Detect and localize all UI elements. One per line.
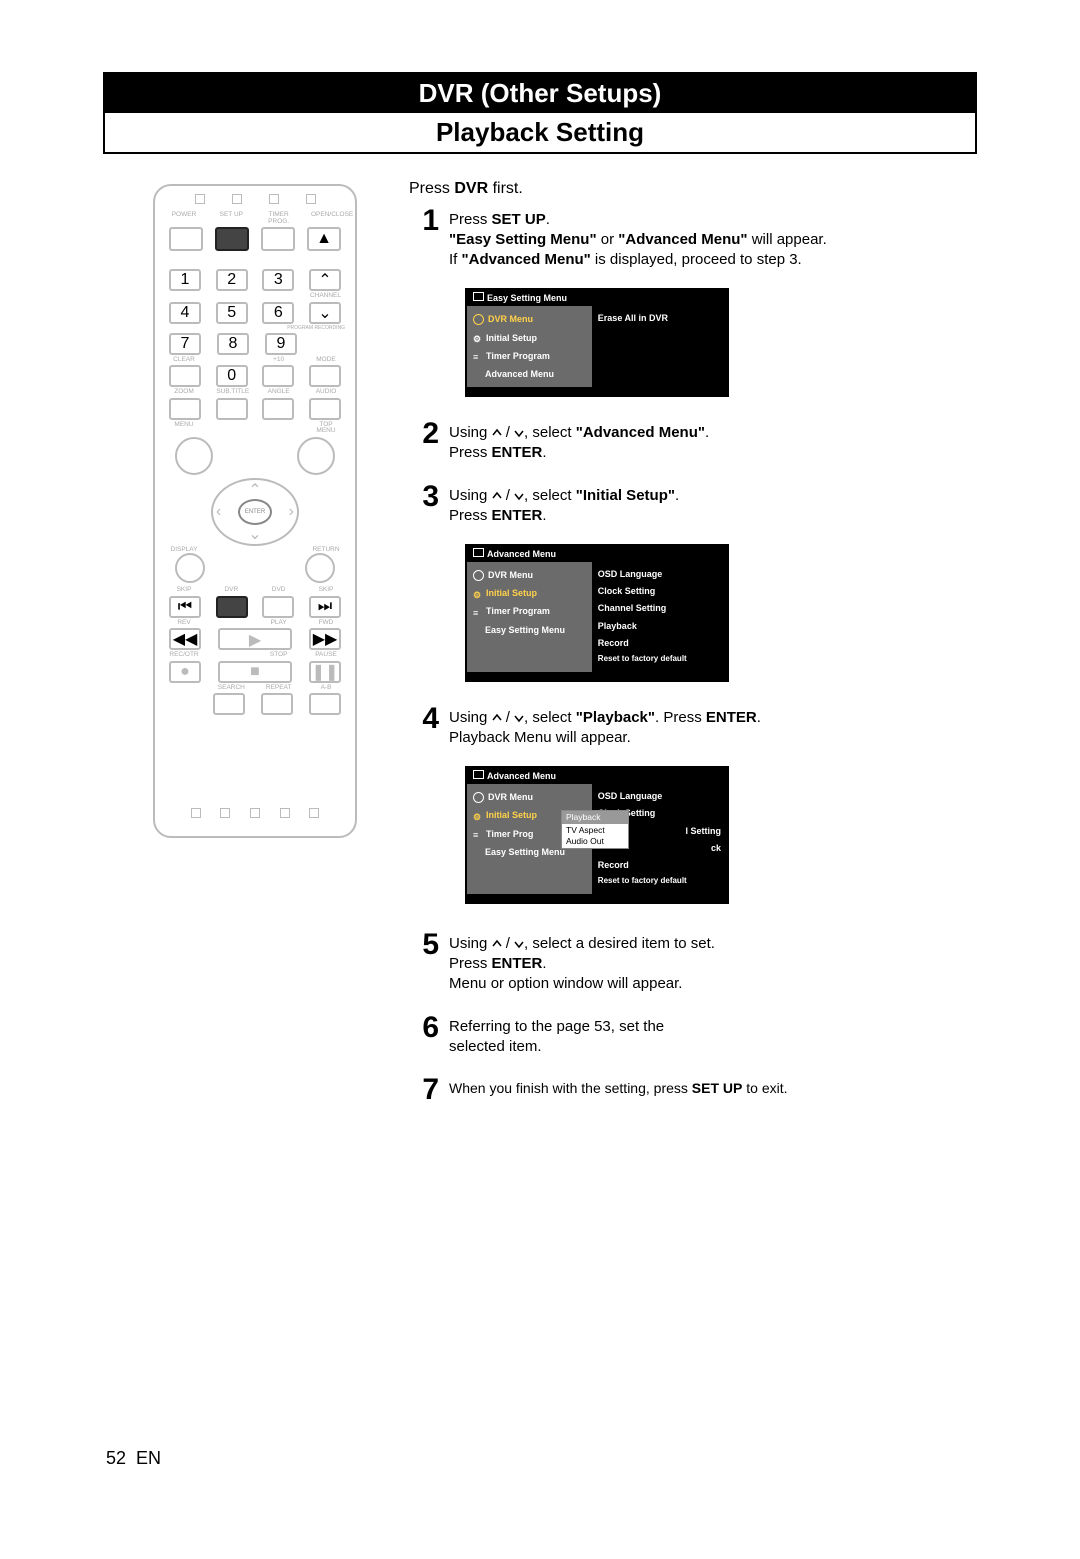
setup-button-highlight (215, 227, 249, 251)
step-5: 5 Using / , select a desired item to set… (405, 930, 975, 995)
gear-icon: ⚙ (473, 589, 482, 598)
osd-menu-item: Advanced Menu (467, 365, 592, 383)
osd-menu-item: Easy Setting Menu (467, 621, 592, 639)
step-3: 3 Using / , select "Initial Setup". Pres… (405, 482, 975, 527)
page-footer: 52 EN (106, 1448, 161, 1469)
step-4: 4 Using / , select "Playback". Press ENT… (405, 704, 975, 749)
osd-easy-setting: Easy Setting Menu DVR Menu ⚙Initial Setu… (465, 288, 729, 397)
step-7: 7 When you finish with the setting, pres… (405, 1075, 975, 1105)
pause-icon: ❚❚ (309, 661, 341, 683)
chevron-down-icon: ⌄ (309, 302, 341, 324)
skip-prev-icon: ⏮ (169, 596, 201, 618)
play-icon: ▶ (218, 628, 292, 650)
intro-line: Press DVR first. (409, 178, 975, 200)
enter-button: ENTER (238, 499, 272, 525)
osd-menu-item: ≡Timer Program (467, 602, 592, 620)
osd-advanced-2: Advanced Menu DVR Menu ⚙Initial Setup ≡T… (465, 766, 729, 904)
power-icon (169, 227, 203, 251)
dvr-button-highlight (216, 596, 248, 618)
osd-menu-item: ≡Timer Program (467, 347, 592, 365)
step-1: 1 Press SET UP. "Easy Setting Menu" or "… (405, 206, 975, 271)
list-icon: ≡ (473, 351, 482, 360)
header-bottom: Playback Setting (105, 113, 975, 152)
rewind-icon: ◀◀ (169, 628, 201, 650)
osd-menu-item: ⚙Initial Setup (467, 329, 592, 347)
playback-submenu: Playback TV Aspect Audio Out (561, 810, 629, 849)
list-icon: ≡ (473, 607, 482, 616)
osd-menu-item: ⚙Initial Setup (467, 584, 592, 602)
chevron-up-icon: ⌃ (309, 269, 341, 291)
osd-menu-item: DVR Menu (467, 566, 592, 584)
gear-icon: ⚙ (473, 811, 482, 820)
page-header: DVR (Other Setups) Playback Setting (103, 72, 977, 154)
step-6: 6 Referring to the page 53, set theselec… (405, 1013, 975, 1058)
stop-icon: ■ (218, 661, 292, 683)
skip-next-icon: ⏭ (309, 596, 341, 618)
osd-menu-item: DVR Menu (467, 310, 592, 328)
gear-icon: ⚙ (473, 333, 482, 342)
forward-icon: ▶▶ (309, 628, 341, 650)
record-icon: ● (169, 661, 201, 683)
step-2: 2 Using / , select "Advanced Menu". Pres… (405, 419, 975, 464)
remote-illustration: POWERSET UPTIMER PROG.OPEN/CLOSE ▲ 123⌃ … (153, 184, 357, 838)
osd-menu-item: DVR Menu (467, 788, 592, 806)
header-top: DVR (Other Setups) (105, 74, 975, 113)
list-icon: ≡ (473, 829, 482, 838)
osd-advanced-1: Advanced Menu DVR Menu ⚙Initial Setup ≡T… (465, 544, 729, 682)
eject-icon: ▲ (307, 227, 341, 251)
